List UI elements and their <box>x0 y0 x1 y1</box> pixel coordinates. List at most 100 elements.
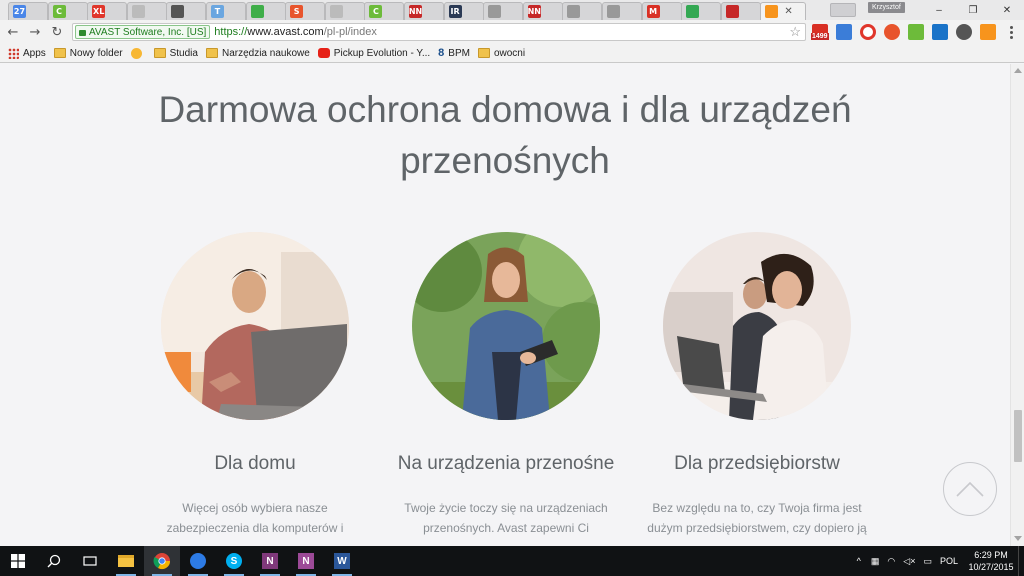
new-tab-button[interactable] <box>830 3 856 17</box>
browser-tab[interactable] <box>681 2 722 20</box>
taskbar-onenote-2[interactable]: N <box>288 546 324 576</box>
browser-tab[interactable] <box>324 2 365 20</box>
browser-tab[interactable]: XL <box>87 2 128 20</box>
windows-logo-icon <box>11 554 25 568</box>
restore-button[interactable]: ❐ <box>956 0 990 20</box>
skype-icon: S <box>226 553 242 569</box>
browser-tab[interactable]: ✕ <box>760 2 807 20</box>
chrome-icon <box>153 553 171 570</box>
volume-muted-icon[interactable]: ◁× <box>903 556 915 567</box>
card-mobile[interactable]: Na urządzenia przenośne Twoje życie tocz… <box>391 232 621 538</box>
scrollbar-thumb[interactable] <box>1014 410 1022 462</box>
nn-icon: NN <box>408 5 423 18</box>
browser-tab[interactable] <box>126 2 167 20</box>
close-window-button[interactable]: ✕ <box>990 0 1024 20</box>
evernote-extension-icon[interactable] <box>908 24 924 40</box>
show-desktop-button[interactable] <box>1018 546 1024 576</box>
start-button[interactable] <box>0 546 36 576</box>
card-business[interactable]: Dla przedsiębiorstw Bez względu na to, c… <box>642 232 872 538</box>
browser-tab[interactable] <box>562 2 603 20</box>
taskbar-outlook[interactable] <box>180 546 216 576</box>
bookmark-nowy-folder[interactable]: Nowy folder <box>53 48 123 59</box>
back-button[interactable]: ← <box>4 23 22 41</box>
wifi-icon <box>250 5 264 18</box>
browser-tab[interactable]: M <box>641 2 682 20</box>
task-view-button[interactable] <box>72 546 108 576</box>
browser-tab[interactable]: IR <box>443 2 484 20</box>
outlook-extension-icon[interactable] <box>932 24 948 40</box>
language-indicator[interactable]: POL <box>940 556 958 566</box>
bookmark-narzedzia[interactable]: Narzędzia naukowe <box>205 48 310 59</box>
taskbar-file-explorer[interactable] <box>108 546 144 576</box>
bookmark-star-icon[interactable]: ☆ <box>789 24 801 40</box>
reload-button[interactable]: ↻ <box>48 23 66 41</box>
task-view-icon <box>83 556 97 566</box>
scroll-to-top-button[interactable] <box>943 462 997 516</box>
forward-arrow-icon: → <box>29 24 41 40</box>
address-bar[interactable]: AVAST Software, Inc. [US] https://www.av… <box>72 23 806 41</box>
card-description: Więcej osób wybiera nasze zabezpieczenia… <box>166 501 344 535</box>
bookmark-pickup-evolution[interactable]: Pickup Evolution - Y... <box>317 48 430 59</box>
screenshot-extension-icon[interactable] <box>836 24 852 40</box>
extension-badge: 1499 <box>811 33 829 40</box>
browser-tab[interactable] <box>483 2 524 20</box>
onenote-icon: N <box>262 553 278 569</box>
taskbar-chrome[interactable] <box>144 546 180 576</box>
home-user-photo <box>161 232 349 420</box>
search-icon <box>47 554 61 568</box>
avast-icon <box>765 5 779 18</box>
chrome-menu-button[interactable] <box>1004 24 1018 40</box>
browser-tab[interactable] <box>245 2 286 20</box>
scroll-down-arrow-icon[interactable] <box>1014 536 1022 541</box>
taskbar-word[interactable]: W <box>324 546 360 576</box>
bookmark-label: Apps <box>23 47 46 59</box>
s-icon: S <box>290 5 304 18</box>
browser-tab[interactable] <box>720 2 761 20</box>
taskbar-onenote[interactable]: N <box>252 546 288 576</box>
nn-icon: NN <box>527 5 541 18</box>
bookmark-label: BPM <box>448 47 470 59</box>
adwords-icon <box>686 5 700 18</box>
profile-button[interactable]: Krzysztof <box>868 2 905 13</box>
pushbullet-extension-icon[interactable] <box>884 24 900 40</box>
page-scrollbar[interactable] <box>1010 64 1024 546</box>
bookmark-studia[interactable]: Studia <box>153 48 198 59</box>
browser-tab[interactable] <box>166 2 207 20</box>
bookmark-bpm[interactable]: 8 BPM <box>438 47 470 59</box>
minimize-button[interactable]: – <box>922 0 956 20</box>
browser-tab[interactable]: NN <box>522 2 563 20</box>
browser-tab[interactable]: C <box>47 2 88 20</box>
url-path: /pl-pl/index <box>323 26 377 38</box>
browser-tab[interactable] <box>602 2 642 20</box>
network-icon[interactable]: ▦ <box>871 556 880 567</box>
scroll-up-arrow-icon[interactable] <box>1014 68 1022 73</box>
taskbar-skype[interactable]: S <box>216 546 252 576</box>
bookmark-apps[interactable]: Apps <box>8 47 46 59</box>
bookmark-owocni[interactable]: owocni <box>477 48 525 59</box>
ir-icon: IR <box>448 5 462 18</box>
bug-extension-icon[interactable] <box>956 24 972 40</box>
search-button[interactable] <box>36 546 72 576</box>
ev-certificate-badge[interactable]: AVAST Software, Inc. [US] <box>75 25 211 39</box>
action-center-icon[interactable]: ▭ <box>923 556 932 567</box>
browser-tab[interactable]: T <box>206 2 246 20</box>
t-icon: T <box>211 5 224 18</box>
analytics-extension-icon[interactable] <box>980 24 996 40</box>
tray-chevron-icon[interactable]: ^ <box>857 556 861 566</box>
clock[interactable]: 6:29 PM 10/27/2015 <box>964 549 1018 573</box>
reload-icon: ↻ <box>51 24 63 40</box>
wifi-icon[interactable]: ◠ <box>887 556 895 567</box>
ev-certificate-label: AVAST Software, Inc. [US] <box>89 26 207 38</box>
card-home[interactable]: Dla domu Więcej osób wybiera nasze zabez… <box>140 232 370 538</box>
card-description: Bez względu na to, czy Twoja firma jest … <box>647 501 867 535</box>
browser-tab[interactable]: S <box>285 2 326 20</box>
gmail-extension-icon[interactable]: 1499 <box>811 24 829 40</box>
browser-tab[interactable]: 27 <box>8 2 48 20</box>
browser-tab[interactable]: C <box>364 2 405 20</box>
opera-extension-icon[interactable] <box>860 24 876 40</box>
forward-button[interactable]: → <box>26 23 44 41</box>
bookmark-face[interactable] <box>130 47 146 59</box>
close-tab-icon[interactable]: ✕ <box>784 6 792 17</box>
headline-line-2: przenośnych <box>400 140 610 181</box>
browser-tab[interactable]: NN <box>404 2 444 20</box>
